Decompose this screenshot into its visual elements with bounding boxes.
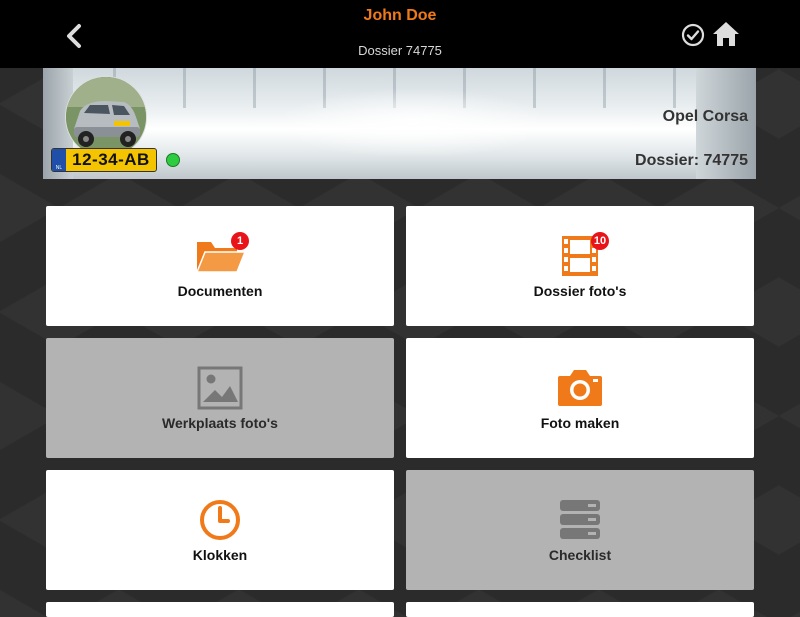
clock-icon bbox=[200, 500, 240, 540]
tile-label: Foto maken bbox=[540, 415, 620, 431]
camera-icon bbox=[558, 370, 602, 406]
status-indicator bbox=[166, 153, 180, 167]
license-plate: NL 12-34-AB bbox=[51, 148, 157, 172]
tile-label: Dossier foto's bbox=[533, 283, 627, 299]
page-title: John Doe bbox=[363, 7, 437, 24]
page-subtitle: Dossier 74775 bbox=[358, 43, 442, 58]
dossier-number: Dossier: 74775 bbox=[635, 152, 748, 169]
dossier-photos-icon-wrap: 10 bbox=[555, 232, 609, 278]
plate-country: NL bbox=[52, 149, 66, 171]
clock-tile[interactable]: Klokken bbox=[46, 470, 394, 590]
plate-number: 12-34-AB bbox=[72, 150, 150, 169]
partial-tile-left[interactable] bbox=[46, 602, 394, 617]
documents-badge: 1 bbox=[231, 232, 249, 250]
tile-label: Documenten bbox=[177, 283, 263, 299]
documents-tile[interactable]: 1 Documenten bbox=[46, 206, 394, 326]
checklist-tile[interactable]: Checklist bbox=[406, 470, 754, 590]
tile-label: Checklist bbox=[548, 547, 612, 563]
documents-icon-wrap: 1 bbox=[195, 232, 249, 278]
checklist-icon-wrap bbox=[555, 498, 605, 542]
partial-tile-right[interactable] bbox=[406, 602, 754, 617]
banner-light bbox=[273, 88, 553, 158]
take-photo-icon-wrap bbox=[555, 366, 605, 410]
car-photo-icon bbox=[66, 77, 146, 157]
server-icon bbox=[560, 500, 600, 539]
image-icon bbox=[197, 366, 243, 410]
clock-icon-wrap bbox=[195, 498, 245, 542]
dossier-photos-badge: 10 bbox=[591, 232, 609, 250]
workshop-photos-tile[interactable]: Werkplaats foto's bbox=[46, 338, 394, 458]
home-icon bbox=[713, 22, 739, 46]
vehicle-banner: NL 12-34-AB Opel Corsa Dossier: 74775 bbox=[43, 68, 756, 179]
vehicle-avatar bbox=[65, 76, 147, 158]
check-circle-icon bbox=[681, 23, 705, 47]
dossier-photos-tile[interactable]: 10 Dossier foto's bbox=[406, 206, 754, 326]
top-bar: John Doe Dossier 74775 bbox=[0, 0, 800, 68]
home-button[interactable] bbox=[712, 20, 740, 48]
check-button[interactable] bbox=[681, 23, 705, 47]
tile-label: Klokken bbox=[192, 547, 248, 563]
take-photo-tile[interactable]: Foto maken bbox=[406, 338, 754, 458]
car-model: Opel Corsa bbox=[662, 108, 748, 125]
workshop-photos-icon-wrap bbox=[195, 366, 245, 410]
tile-label: Werkplaats foto's bbox=[162, 415, 278, 431]
